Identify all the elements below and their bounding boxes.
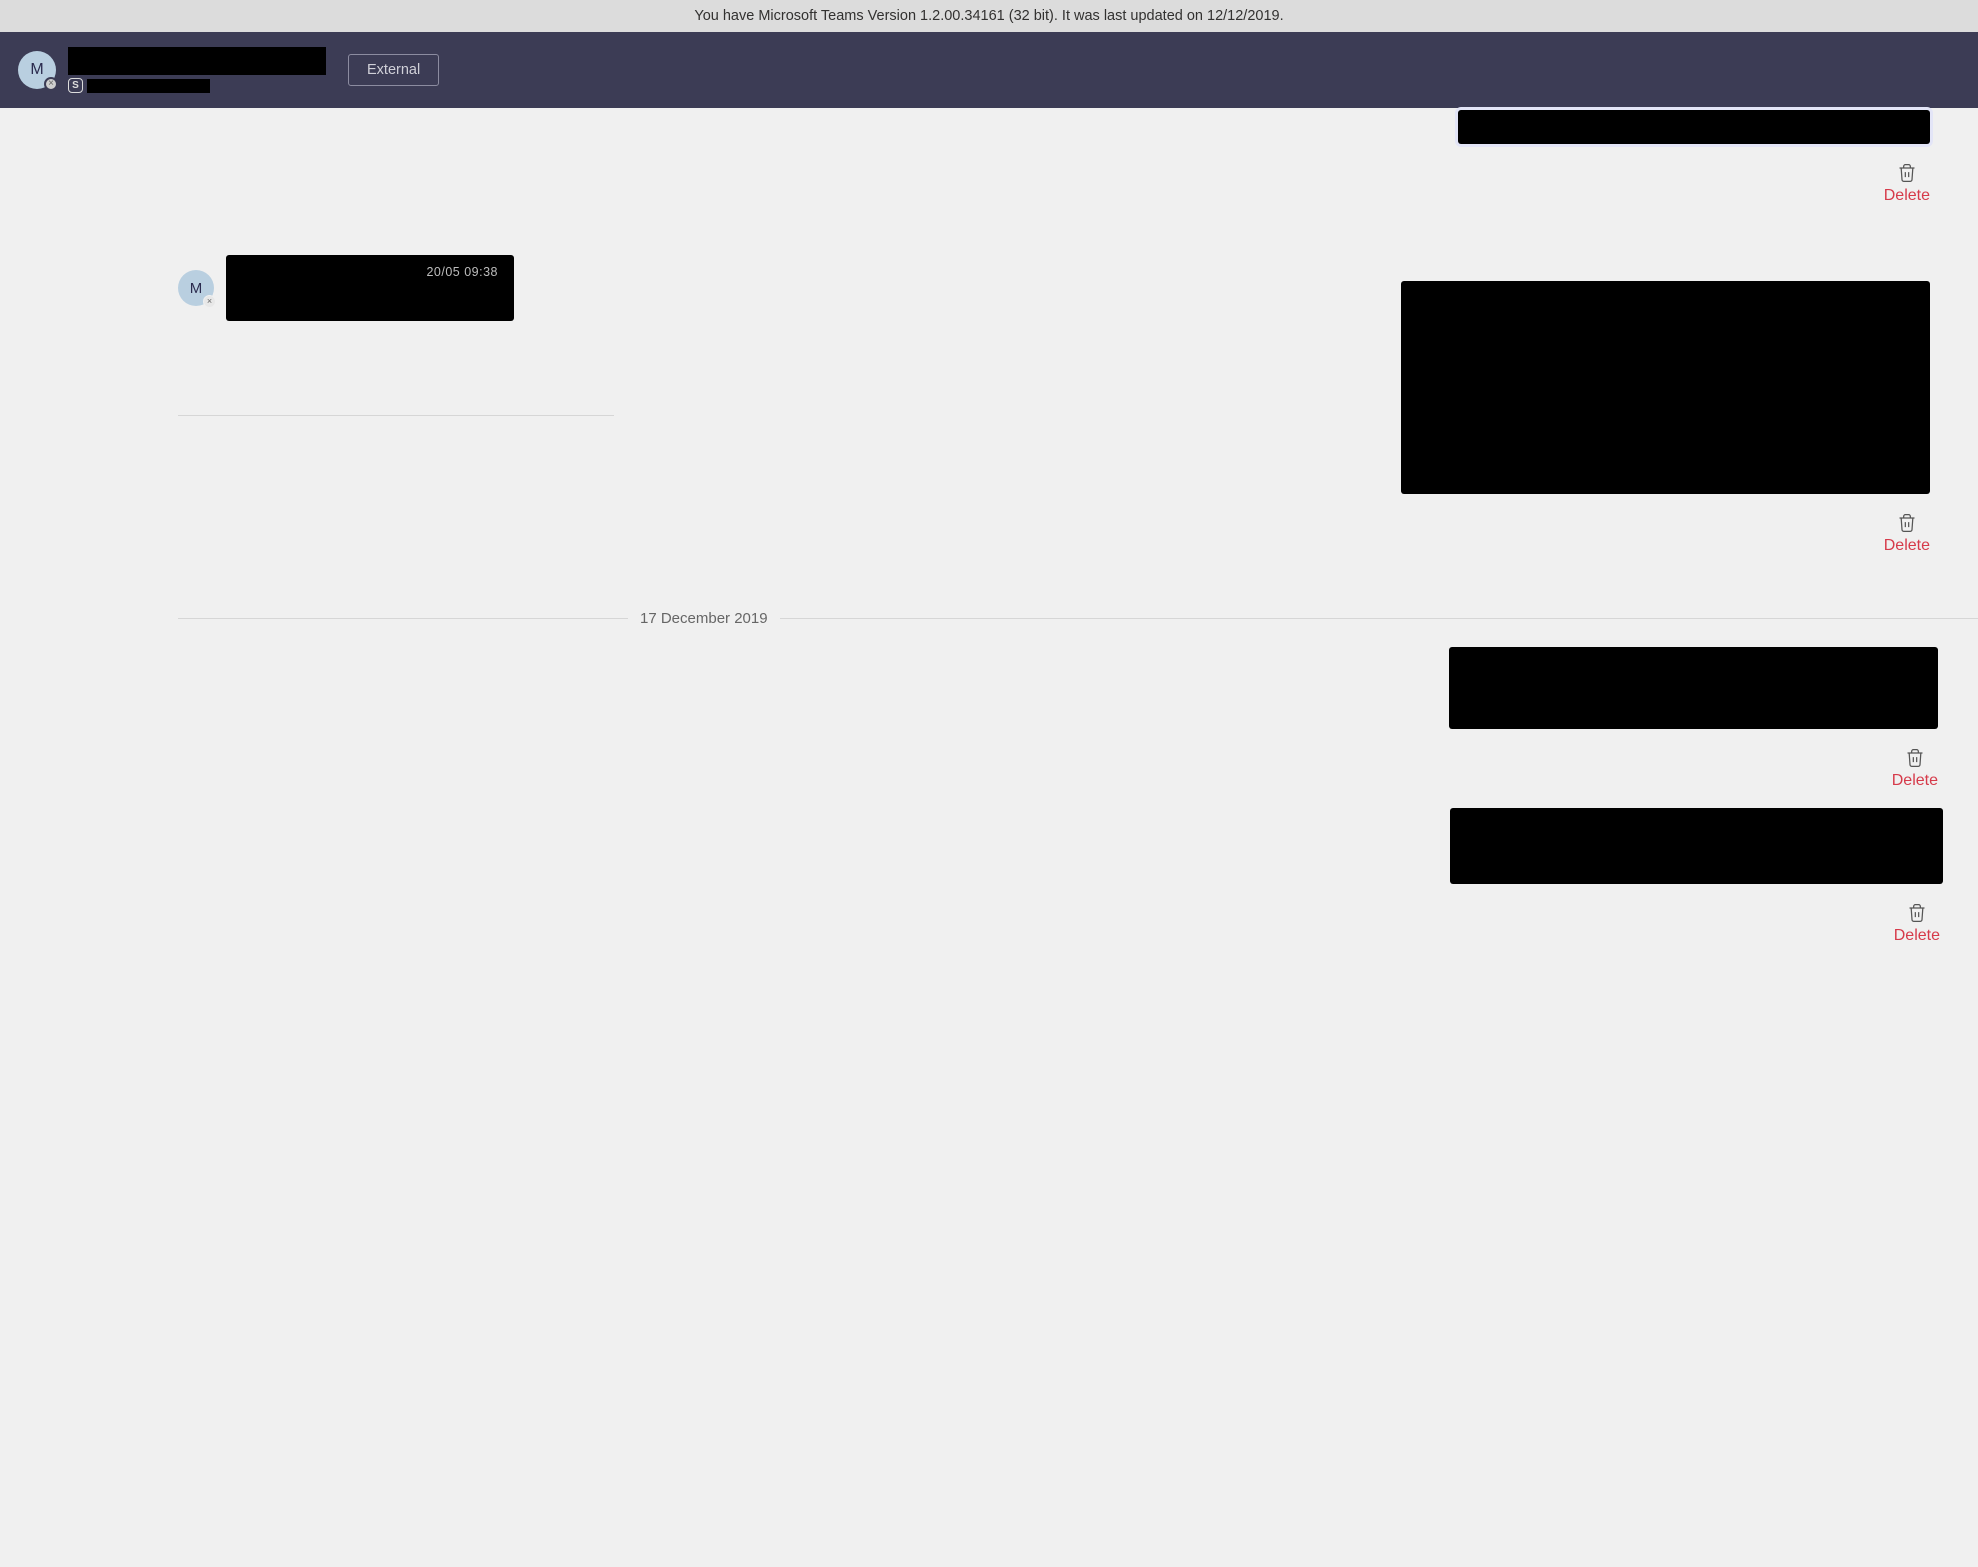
external-badge: External: [348, 54, 439, 86]
update-notification-bar: You have Microsoft Teams Version 1.2.00.…: [0, 0, 1978, 32]
separator-line: [178, 415, 614, 416]
divider-line: [178, 618, 628, 619]
message-bubble-outgoing-redacted[interactable]: [1401, 281, 1930, 494]
message-timestamp: 20/05 09:38: [426, 265, 498, 279]
delete-action-row: Delete: [178, 144, 1978, 215]
delete-label: Delete: [1884, 537, 1930, 555]
message-row-outgoing: [614, 281, 1978, 494]
message-row-outgoing: [178, 108, 1978, 144]
delete-label: Delete: [1884, 187, 1930, 205]
delete-label: Delete: [1894, 927, 1940, 945]
contact-sub-info: S: [68, 78, 326, 93]
message-bubble-outgoing-redacted[interactable]: [1449, 647, 1938, 729]
message-row-outgoing: [178, 808, 1978, 884]
divider-line: [780, 618, 1978, 619]
message-bubble-outgoing-redacted[interactable]: [1450, 808, 1943, 884]
presence-offline-icon: [203, 295, 216, 308]
delete-button[interactable]: Delete: [1892, 747, 1978, 790]
chat-messages-area: Delete M 20/05 09:38: [0, 108, 1978, 955]
contact-name-block: S: [68, 47, 326, 93]
trash-icon: [1905, 747, 1925, 769]
avatar-initial: M: [190, 280, 203, 297]
trash-icon: [1897, 162, 1917, 184]
skype-icon: S: [68, 78, 83, 93]
delete-action-row: Delete: [178, 884, 1978, 955]
update-text: You have Microsoft Teams Version 1.2.00.…: [694, 8, 1283, 24]
chat-header: M S External: [0, 32, 1978, 108]
delete-action-row: Delete: [178, 494, 1978, 565]
presence-offline-icon: [44, 77, 58, 91]
delete-label: Delete: [1892, 772, 1938, 790]
trash-icon: [1907, 902, 1927, 924]
delete-button[interactable]: Delete: [1884, 162, 1978, 205]
contact-id-redacted: [87, 79, 210, 93]
external-label: External: [367, 62, 420, 78]
trash-icon: [1897, 512, 1917, 534]
contact-name-redacted: [68, 47, 326, 75]
contact-avatar[interactable]: M: [18, 51, 56, 89]
delete-button[interactable]: Delete: [1894, 902, 1978, 945]
delete-button[interactable]: Delete: [1884, 512, 1978, 555]
message-row-incoming: M 20/05 09:38: [178, 255, 614, 321]
message-row-outgoing: [178, 647, 1978, 729]
message-bubble-incoming-redacted[interactable]: 20/05 09:38: [226, 255, 514, 321]
delete-action-row: Delete: [178, 729, 1978, 800]
sender-avatar[interactable]: M: [178, 270, 214, 306]
date-divider: 17 December 2019: [178, 610, 1978, 627]
message-row-split: M 20/05 09:38: [178, 215, 1978, 494]
date-label: 17 December 2019: [640, 610, 780, 627]
avatar-initial: M: [30, 61, 43, 79]
message-bubble-outgoing-redacted[interactable]: [1458, 110, 1930, 144]
